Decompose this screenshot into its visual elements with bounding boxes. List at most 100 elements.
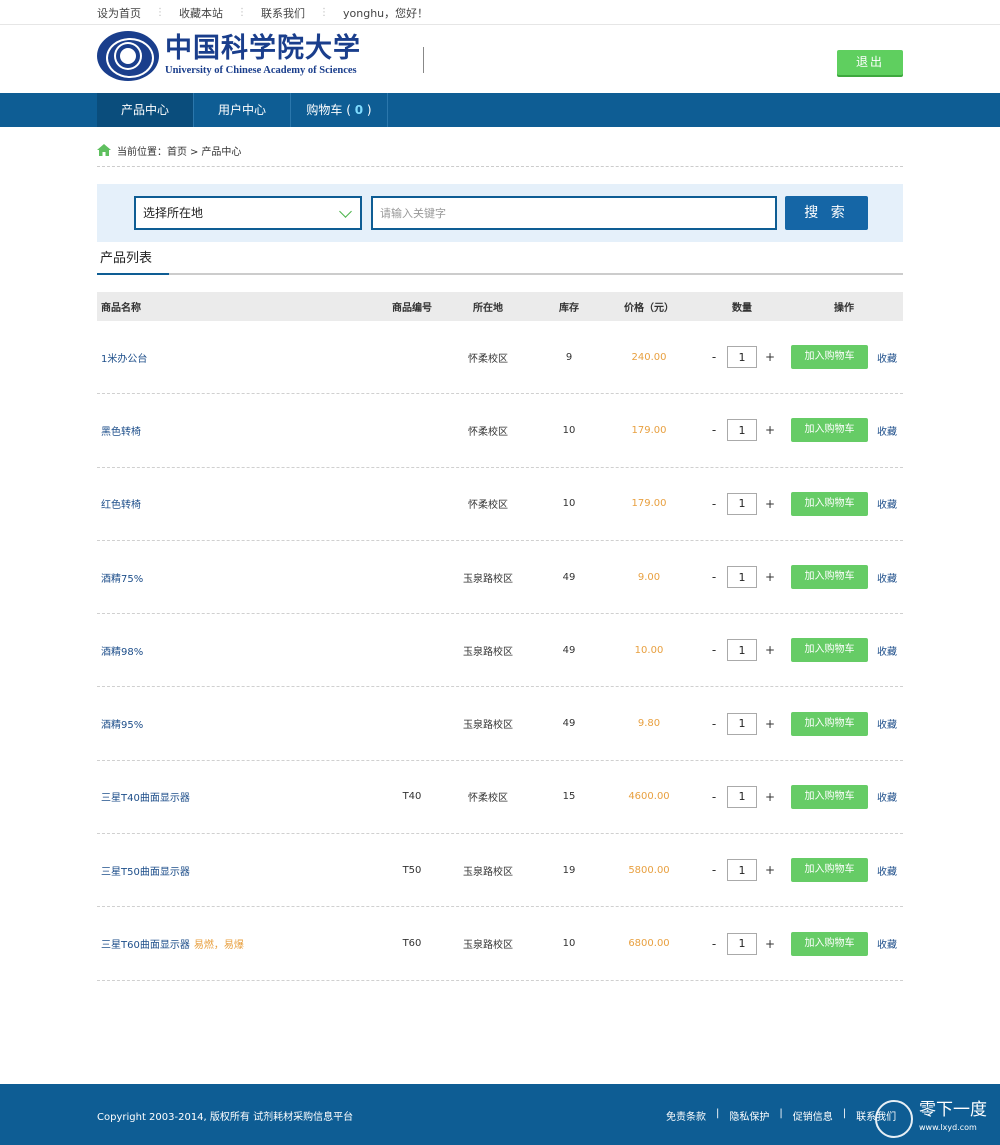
favorite-link[interactable]: 收藏 (877, 350, 897, 365)
product-name[interactable]: 1米办公台 (97, 350, 387, 365)
product-name-text[interactable]: 黑色转椅 (101, 427, 141, 438)
quantity-input[interactable] (727, 859, 757, 882)
product-stock: 9 (565, 351, 573, 363)
increase-button[interactable]: + (763, 790, 777, 804)
favorite-link[interactable]: 收藏 (877, 936, 897, 951)
favorite-link[interactable]: 收藏 (877, 643, 897, 658)
product-name-text[interactable]: 红色转椅 (101, 500, 141, 511)
nav-product-center[interactable]: 产品中心 (97, 93, 194, 127)
logo-english-name: University of Chinese Academy of Science… (165, 65, 357, 76)
watermark-text: 零下一度 (919, 1100, 987, 1120)
add-to-cart-button[interactable]: 加入购物车 (791, 638, 868, 663)
add-to-cart-button[interactable]: 加入购物车 (791, 931, 868, 956)
product-name[interactable]: 黑色转椅 (97, 423, 387, 438)
product-stock: 10 (562, 424, 576, 436)
footer-link-disclaimer[interactable]: 免责条款 (666, 1108, 706, 1123)
footer: Copyright 2003-2014, 版权所有 试剂耗材采购信息平台 免责条… (0, 1084, 1000, 1145)
decrease-button[interactable]: - (707, 937, 721, 951)
decrease-button[interactable]: - (707, 643, 721, 657)
add-to-cart-button[interactable]: 加入购物车 (791, 711, 868, 736)
product-name[interactable]: 酒精75% (97, 570, 387, 585)
ucas-logo[interactable]: 中国科学院大学 University of Chinese Academy of… (97, 31, 361, 81)
table-row: 酒精98%玉泉路校区4910.00-+加入购物车收藏 (97, 614, 903, 688)
product-name-text[interactable]: 三星T40曲面显示器 (101, 793, 190, 804)
increase-button[interactable]: + (763, 643, 777, 657)
location-select[interactable]: 选择所在地 (134, 196, 362, 230)
quantity-input[interactable] (727, 639, 757, 662)
decrease-button[interactable]: - (707, 423, 721, 437)
increase-button[interactable]: + (763, 423, 777, 437)
favorite-link[interactable]: 收藏 (877, 496, 897, 511)
header: 中国科学院大学 University of Chinese Academy of… (0, 25, 1000, 93)
quantity-input[interactable] (727, 419, 757, 442)
product-price: 9.00 (637, 571, 661, 583)
chevron-down-icon (339, 205, 352, 218)
quantity-input[interactable] (727, 566, 757, 589)
product-stock: 10 (562, 938, 576, 950)
quantity-input[interactable] (727, 346, 757, 369)
header-name: 商品名称 (101, 303, 141, 314)
quantity-input[interactable] (727, 932, 757, 955)
add-to-cart-button[interactable]: 加入购物车 (791, 784, 868, 809)
increase-button[interactable]: + (763, 350, 777, 364)
set-homepage-link[interactable]: 设为首页 (97, 5, 141, 21)
quantity-stepper: -+ (699, 346, 785, 369)
contact-link[interactable]: 联系我们 (261, 5, 305, 21)
product-name-text[interactable]: 三星T60曲面显示器 (101, 940, 190, 951)
add-to-cart-button[interactable]: 加入购物车 (791, 858, 868, 883)
quantity-input[interactable] (727, 712, 757, 735)
add-to-cart-button[interactable]: 加入购物车 (791, 565, 868, 590)
product-price: 6800.00 (628, 938, 670, 950)
favorite-link[interactable]: 收藏 (877, 716, 897, 731)
decrease-button[interactable]: - (707, 790, 721, 804)
product-name[interactable]: 红色转椅 (97, 496, 387, 511)
decrease-button[interactable]: - (707, 863, 721, 877)
nav-cart[interactable]: 购物车 ( 0 ) (291, 93, 388, 127)
footer-link-privacy[interactable]: 隐私保护 (729, 1108, 769, 1123)
product-name-text[interactable]: 酒精98% (101, 647, 143, 658)
increase-button[interactable]: + (763, 497, 777, 511)
keyword-input[interactable] (371, 196, 777, 230)
product-name-text[interactable]: 三星T50曲面显示器 (101, 867, 190, 878)
product-location: 玉泉路校区 (463, 646, 513, 658)
decrease-button[interactable]: - (707, 497, 721, 511)
product-name-text[interactable]: 酒精95% (101, 720, 143, 731)
decrease-button[interactable]: - (707, 570, 721, 584)
row-actions: 加入购物车 收藏 (785, 418, 903, 443)
product-name[interactable]: 三星T60曲面显示器 易燃，易爆 (97, 936, 387, 951)
increase-button[interactable]: + (763, 863, 777, 877)
quantity-input[interactable] (727, 492, 757, 515)
product-name-text[interactable]: 酒精75% (101, 574, 143, 585)
increase-button[interactable]: + (763, 937, 777, 951)
add-to-cart-button[interactable]: 加入购物车 (791, 491, 868, 516)
footer-link-promotions[interactable]: 促销信息 (793, 1108, 833, 1123)
table-row: 三星T40曲面显示器T40怀柔校区154600.00-+加入购物车收藏 (97, 761, 903, 835)
search-button[interactable]: 搜 索 (785, 196, 868, 230)
increase-button[interactable]: + (763, 717, 777, 731)
product-name[interactable]: 酒精95% (97, 716, 387, 731)
favorite-link[interactable]: 收藏 (877, 789, 897, 804)
add-to-cart-button[interactable]: 加入购物车 (791, 418, 868, 443)
decrease-button[interactable]: - (707, 350, 721, 364)
favorite-link[interactable]: 收藏 (877, 863, 897, 878)
logo-chinese-name: 中国科学院大学 (165, 33, 361, 64)
product-name[interactable]: 酒精98% (97, 643, 387, 658)
product-name[interactable]: 三星T40曲面显示器 (97, 789, 387, 804)
product-price: 4600.00 (628, 791, 670, 803)
decrease-button[interactable]: - (707, 717, 721, 731)
product-name[interactable]: 三星T50曲面显示器 (97, 863, 387, 878)
quantity-input[interactable] (727, 785, 757, 808)
add-to-cart-button[interactable]: 加入购物车 (791, 345, 868, 370)
logout-button[interactable]: 退出 (837, 50, 903, 75)
increase-button[interactable]: + (763, 570, 777, 584)
nav-user-center[interactable]: 用户中心 (194, 93, 291, 127)
breadcrumb-home[interactable]: 首页 (167, 146, 187, 160)
product-location: 怀柔校区 (468, 353, 508, 365)
header-location: 所在地 (473, 303, 503, 314)
separator: ⋮ (319, 7, 329, 18)
watermark-url: www.lxyd.com (919, 1123, 977, 1132)
product-name-text[interactable]: 1米办公台 (101, 354, 147, 365)
favorite-link[interactable]: 收藏 (877, 570, 897, 585)
favorite-link[interactable]: 收藏 (877, 423, 897, 438)
bookmark-link[interactable]: 收藏本站 (179, 5, 223, 21)
